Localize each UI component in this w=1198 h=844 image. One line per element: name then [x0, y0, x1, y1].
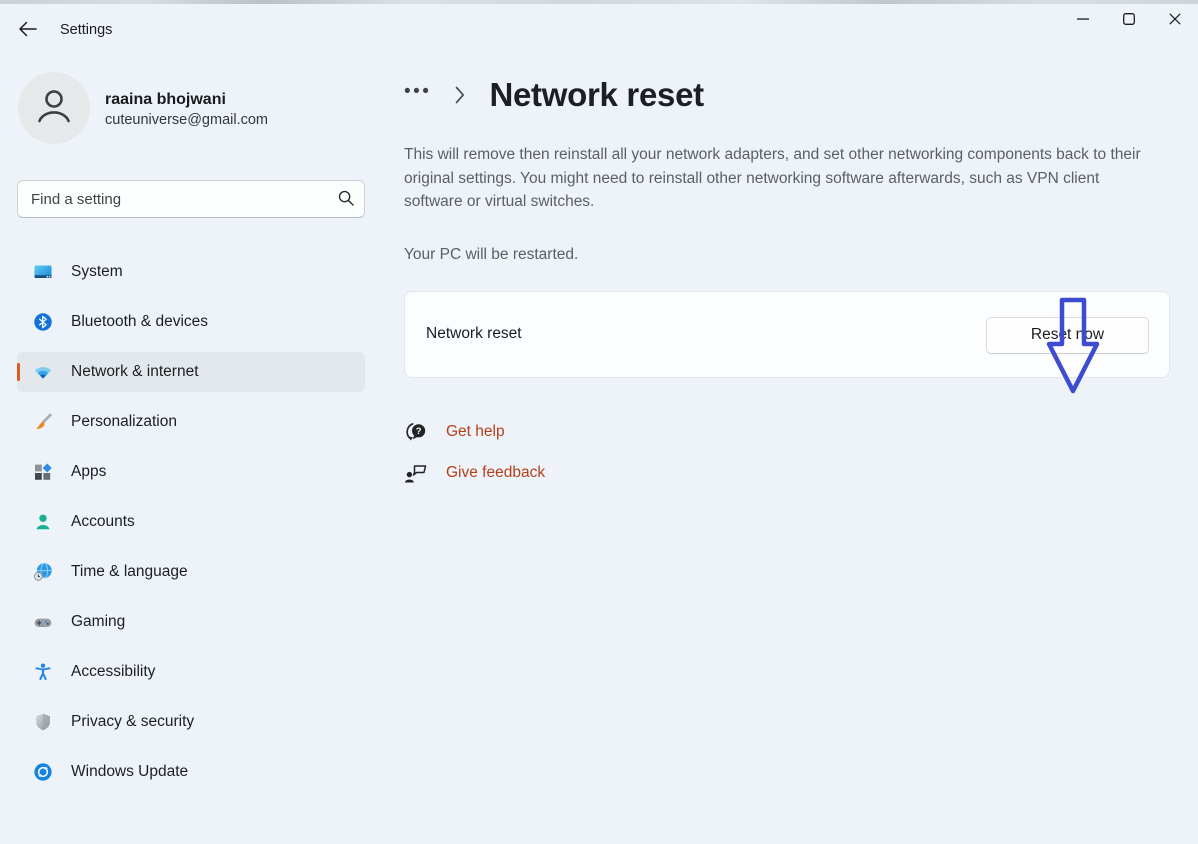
- get-help-row: ? Get help: [404, 420, 1170, 444]
- maximize-icon: [1123, 12, 1135, 30]
- accessibility-icon: [33, 662, 53, 682]
- sidebar-item-bluetooth-devices[interactable]: Bluetooth & devices: [17, 302, 365, 342]
- sidebar-item-label: Accessibility: [71, 663, 155, 681]
- windows-update-icon: [33, 762, 53, 782]
- personalization-brush-icon: [33, 412, 53, 432]
- network-reset-card: Network reset Reset now: [404, 291, 1170, 378]
- wifi-icon: [33, 362, 53, 382]
- close-button[interactable]: [1152, 0, 1198, 42]
- restart-note: Your PC will be restarted.: [404, 246, 1170, 264]
- bluetooth-icon: [33, 312, 53, 332]
- user-profile[interactable]: raaina bhojwani cuteuniverse@gmail.com: [18, 72, 358, 144]
- sidebar-item-label: Privacy & security: [71, 713, 194, 731]
- sidebar-item-time-language[interactable]: Time & language: [17, 552, 365, 592]
- sidebar-item-label: System: [71, 263, 123, 281]
- sidebar-item-apps[interactable]: Apps: [17, 452, 365, 492]
- sidebar-item-label: Network & internet: [71, 363, 199, 381]
- app-title: Settings: [60, 22, 112, 38]
- breadcrumb-ellipsis-button[interactable]: •••: [404, 82, 431, 109]
- breadcrumb: ••• Network reset: [404, 72, 1170, 118]
- reset-now-button[interactable]: Reset now: [986, 317, 1149, 354]
- sidebar-item-label: Gaming: [71, 613, 125, 631]
- minimize-button[interactable]: [1060, 0, 1106, 42]
- sidebar-item-system[interactable]: System: [17, 252, 365, 292]
- sidebar-item-label: Personalization: [71, 413, 177, 431]
- get-help-link[interactable]: Get help: [446, 423, 505, 441]
- search-icon: [337, 189, 355, 212]
- close-icon: [1169, 12, 1181, 30]
- chevron-right-icon: [455, 86, 465, 104]
- sidebar-item-gaming[interactable]: Gaming: [17, 602, 365, 642]
- gaming-icon: [33, 612, 53, 632]
- sidebar-item-accounts[interactable]: Accounts: [17, 502, 365, 542]
- get-help-icon: ?: [404, 420, 430, 444]
- sidebar-item-label: Time & language: [71, 563, 188, 581]
- sidebar-item-label: Accounts: [71, 513, 135, 531]
- sidebar-item-personalization[interactable]: Personalization: [17, 402, 365, 442]
- titlebar: Settings: [0, 4, 1198, 52]
- back-arrow-icon: [18, 21, 37, 42]
- give-feedback-icon: [404, 461, 430, 485]
- back-button[interactable]: [12, 16, 42, 46]
- sidebar-item-label: Apps: [71, 463, 106, 481]
- page-description: This will remove then reinstall all your…: [404, 143, 1152, 214]
- sidebar-item-accessibility[interactable]: Accessibility: [17, 652, 365, 692]
- sidebar: raaina bhojwani cuteuniverse@gmail.com: [0, 52, 382, 844]
- give-feedback-link[interactable]: Give feedback: [446, 464, 545, 482]
- search-input[interactable]: [17, 180, 365, 218]
- search-box: [17, 180, 365, 218]
- system-icon: [33, 262, 53, 282]
- give-feedback-row: Give feedback: [404, 461, 1170, 485]
- profile-name: raaina bhojwani: [105, 91, 226, 109]
- card-label: Network reset: [426, 325, 522, 343]
- sidebar-item-label: Bluetooth & devices: [71, 313, 208, 331]
- svg-text:?: ?: [416, 426, 422, 437]
- maximize-button[interactable]: [1106, 0, 1152, 42]
- apps-icon: [33, 462, 53, 482]
- window-controls: [1060, 0, 1198, 42]
- avatar: [18, 72, 90, 144]
- main-content: ••• Network reset This will remove then …: [404, 52, 1170, 502]
- person-icon: [32, 84, 76, 133]
- privacy-shield-icon: [33, 712, 53, 732]
- selected-indicator: [17, 363, 20, 381]
- sidebar-item-label: Windows Update: [71, 763, 188, 781]
- page-title: Network reset: [489, 76, 703, 114]
- sidebar-item-windows-update[interactable]: Windows Update: [17, 752, 365, 792]
- sidebar-item-network-internet[interactable]: Network & internet: [17, 352, 365, 392]
- profile-email: cuteuniverse@gmail.com: [105, 112, 268, 128]
- minimize-icon: [1077, 12, 1089, 30]
- settings-window: Settings: [0, 0, 1198, 844]
- time-language-icon: [33, 562, 53, 582]
- sidebar-item-privacy-security[interactable]: Privacy & security: [17, 702, 365, 742]
- sidebar-nav: System Bluetooth & devices: [17, 252, 365, 802]
- accounts-icon: [33, 512, 53, 532]
- help-links: ? Get help Give feedback: [404, 420, 1170, 485]
